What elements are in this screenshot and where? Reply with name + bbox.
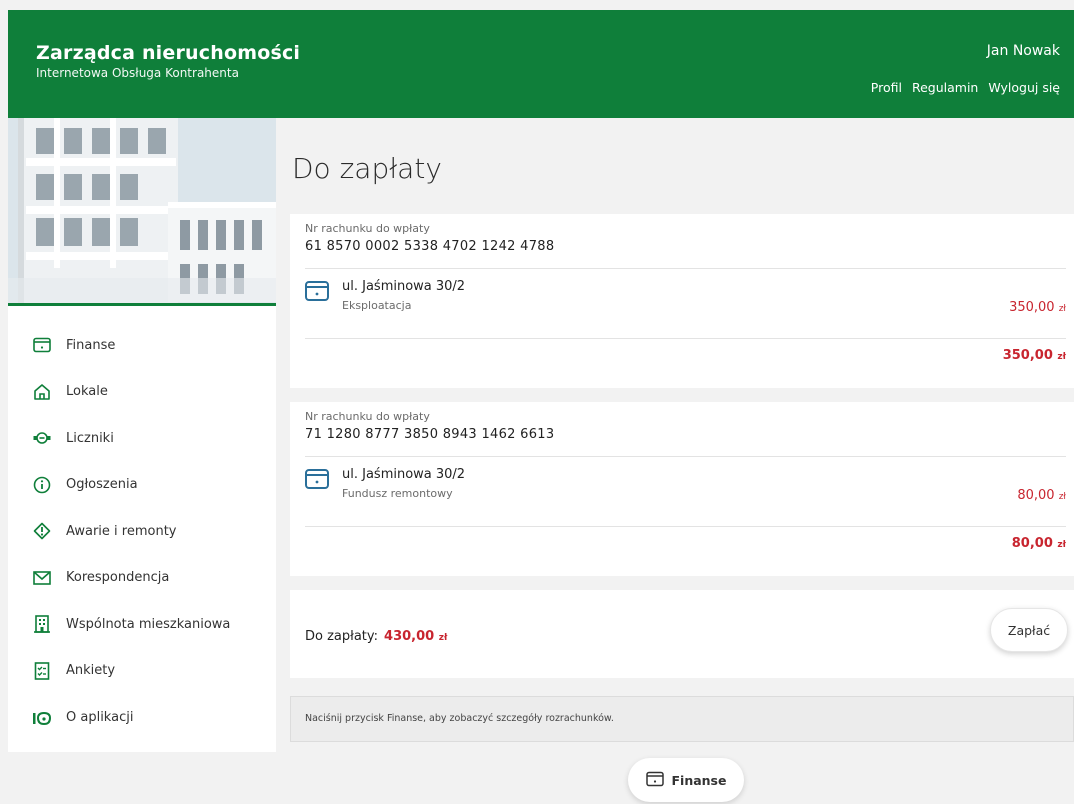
sidebar-item-label: Wspólnota mieszkaniowa xyxy=(66,616,231,632)
home-icon xyxy=(32,382,52,402)
finanse-button-label: Finanse xyxy=(671,772,727,788)
alert-icon xyxy=(32,521,52,541)
sidebar-item-awarie[interactable]: Awarie i remonty xyxy=(8,508,276,555)
page-title: Do zapłaty xyxy=(292,152,442,185)
sidebar-item-label: O aplikacji xyxy=(66,709,134,725)
payment-card: Nr rachunku do wpłaty 71 1280 8777 3850 … xyxy=(290,402,1074,576)
sidebar-item-label: Lokale xyxy=(66,384,108,400)
building-illustration xyxy=(8,118,276,303)
item-category: Fundusz remontowy xyxy=(342,487,453,500)
pay-summary-label: Do zapłaty: 430,00 zł xyxy=(305,629,448,644)
item-address: ul. Jaśminowa 30/2 xyxy=(342,279,466,294)
checklist-icon xyxy=(32,661,52,681)
sidebar-item-label: Ogłoszenia xyxy=(66,477,138,493)
top-header: Zarządca nieruchomości Internetowa Obsłu… xyxy=(8,10,1074,118)
logout-link[interactable]: Wyloguj się xyxy=(988,80,1060,95)
divider xyxy=(305,526,1066,527)
wallet-icon xyxy=(305,468,329,490)
sidebar-item-wspolnota[interactable]: Wspólnota mieszkaniowa xyxy=(8,601,276,648)
app-subtitle: Internetowa Obsługa Kontrahenta xyxy=(36,66,239,80)
sidebar-item-finanse[interactable]: Finanse xyxy=(8,322,276,369)
item-amount: 350,00 zł xyxy=(1009,300,1066,315)
sidebar: Finanse Lokale Liczniki Ogłoszenia Awari… xyxy=(8,118,276,752)
main-nav: Finanse Lokale Liczniki Ogłoszenia Awari… xyxy=(8,306,276,741)
terms-link[interactable]: Regulamin xyxy=(912,80,978,95)
account-number: 71 1280 8777 3850 8943 1462 6613 xyxy=(305,427,555,442)
divider xyxy=(305,338,1066,339)
finanse-button[interactable]: Finanse xyxy=(628,758,744,802)
wallet-icon xyxy=(32,335,52,355)
sidebar-item-label: Awarie i remonty xyxy=(66,523,177,539)
divider xyxy=(305,268,1066,269)
wallet-icon xyxy=(305,280,329,302)
sidebar-item-liczniki[interactable]: Liczniki xyxy=(8,415,276,462)
sidebar-item-label: Korespondencja xyxy=(66,570,170,586)
about-icon xyxy=(32,707,52,727)
sidebar-item-label: Ankiety xyxy=(66,663,116,679)
item-amount: 80,00 zł xyxy=(1017,488,1066,503)
building-photo xyxy=(8,118,276,306)
account-label: Nr rachunku do wpłaty xyxy=(305,410,430,423)
divider xyxy=(305,456,1066,457)
pay-summary: Do zapłaty: 430,00 zł Zapłać xyxy=(290,590,1074,678)
item-category: Eksploatacja xyxy=(342,299,412,312)
info-message: Naciśnij przycisk Finanse, aby zobaczyć … xyxy=(290,696,1074,742)
profile-link[interactable]: Profil xyxy=(871,80,902,95)
wallet-icon xyxy=(645,771,664,790)
mail-icon xyxy=(32,568,52,588)
brand: Zarządca nieruchomości Internetowa Obsłu… xyxy=(36,42,300,80)
sidebar-item-lokale[interactable]: Lokale xyxy=(8,369,276,416)
app-title: Zarządca nieruchomości xyxy=(36,42,301,64)
sidebar-item-korespondencja[interactable]: Korespondencja xyxy=(8,555,276,602)
account-number: 61 8570 0002 5338 4702 1242 4788 xyxy=(305,239,555,254)
meter-icon xyxy=(32,428,52,448)
pay-button[interactable]: Zapłać xyxy=(990,608,1068,652)
sidebar-item-label: Finanse xyxy=(66,337,116,353)
sidebar-item-ankiety[interactable]: Ankiety xyxy=(8,648,276,695)
pay-total-amount: 430,00 zł xyxy=(384,629,448,644)
account-label: Nr rachunku do wpłaty xyxy=(305,222,430,235)
header-links: Profil Regulamin Wyloguj się xyxy=(871,80,1060,95)
card-total: 80,00 zł xyxy=(1011,536,1066,551)
sidebar-item-label: Liczniki xyxy=(66,430,114,446)
building-icon xyxy=(32,614,52,634)
payment-card: Nr rachunku do wpłaty 61 8570 0002 5338 … xyxy=(290,214,1074,388)
info-icon xyxy=(32,475,52,495)
user-name: Jan Nowak xyxy=(986,43,1060,59)
sidebar-item-ogloszenia[interactable]: Ogłoszenia xyxy=(8,462,276,509)
sidebar-item-o-aplikacji[interactable]: O aplikacji xyxy=(8,694,276,741)
card-total: 350,00 zł xyxy=(1002,348,1066,363)
item-address: ul. Jaśminowa 30/2 xyxy=(342,467,466,482)
